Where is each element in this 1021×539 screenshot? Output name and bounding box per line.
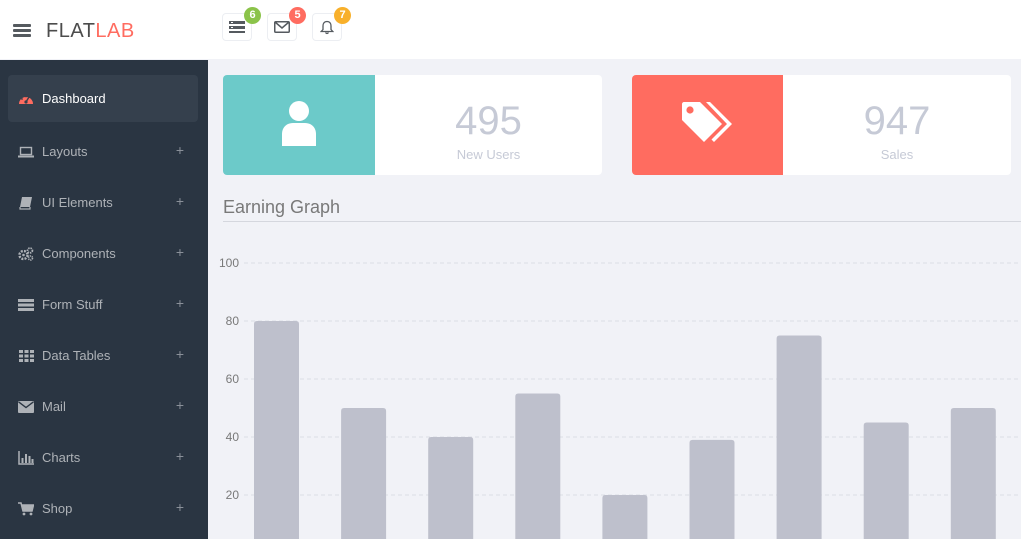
sidebar-item-ui-elements[interactable]: UI Elements + (8, 179, 198, 226)
chart-bar[interactable] (254, 321, 299, 539)
sidebar-item-label: Layouts (42, 144, 88, 159)
tasks-badge: 6 (244, 7, 261, 24)
sidebar-toggle-icon[interactable] (13, 24, 31, 37)
expand-icon[interactable]: + (176, 244, 184, 260)
sidebar-item-label: Components (42, 246, 116, 261)
chart-bar[interactable] (950, 408, 996, 539)
sidebar: Dashboard Layouts + UI Elements + Compon… (0, 60, 208, 539)
sales-label: Sales (880, 147, 914, 162)
inbox-notification-button[interactable]: 5 (267, 7, 306, 41)
y-tick-label: 60 (226, 372, 240, 386)
sidebar-item-label: Shop (42, 501, 73, 516)
stat-value-area: 947 Sales (783, 75, 1011, 175)
envelope-icon (18, 399, 34, 415)
book-icon (18, 195, 34, 211)
chart-bar[interactable] (515, 393, 561, 539)
sidebar-item-data-tables[interactable]: Data Tables + (8, 332, 198, 379)
expand-icon[interactable]: + (176, 142, 184, 158)
expand-icon[interactable]: + (176, 295, 184, 311)
sales-stat-card: 947 Sales (632, 75, 1011, 175)
sidebar-item-label: UI Elements (42, 195, 113, 210)
earning-bar-chart: 20 40 60 80 100 (219, 256, 1021, 539)
sidebar-item-label: Charts (42, 450, 81, 465)
chart-bar[interactable] (428, 437, 474, 539)
sidebar-item-label: Dashboard (42, 91, 106, 106)
chart-bar[interactable] (341, 408, 387, 539)
sidebar-item-charts[interactable]: Charts + (8, 434, 198, 481)
new-users-count: 495 (455, 99, 522, 143)
inbox-badge: 5 (289, 7, 306, 24)
sidebar-item-shop[interactable]: Shop + (8, 485, 198, 532)
y-tick-label: 40 (226, 430, 240, 444)
y-tick-label: 100 (219, 256, 239, 270)
sidebar-item-mail[interactable]: Mail + (8, 383, 198, 430)
sidebar-item-layouts[interactable]: Layouts + (8, 128, 198, 175)
expand-icon[interactable]: + (176, 499, 184, 515)
stat-symbol (632, 75, 783, 175)
chart-bar[interactable] (689, 439, 735, 539)
envelope-icon (274, 21, 290, 33)
expand-icon[interactable]: + (176, 448, 184, 464)
tags-icon (680, 100, 736, 151)
stat-symbol (223, 75, 375, 175)
sales-count: 947 (863, 99, 931, 143)
tasks-icon (229, 20, 245, 34)
bar-chart-icon (18, 450, 34, 466)
user-icon (279, 100, 319, 151)
alerts-notification-button[interactable]: 7 (312, 7, 351, 41)
expand-icon[interactable]: + (176, 397, 184, 413)
graph-title: Earning Graph (223, 197, 341, 217)
logo-text-lab: LAB (95, 20, 135, 42)
sidebar-item-label: Mail (42, 399, 66, 414)
sidebar-item-label: Form Stuff (42, 297, 103, 312)
sidebar-item-form-stuff[interactable]: Form Stuff + (8, 281, 198, 328)
table-icon (18, 348, 34, 364)
chart-bar[interactable] (863, 422, 909, 539)
new-users-stat-card: 495 New Users (223, 75, 602, 175)
tasks-notification-button[interactable]: 6 (222, 7, 261, 41)
top-header: FLATLAB 6 5 7 (0, 0, 1021, 60)
bell-icon (320, 20, 334, 35)
expand-icon[interactable]: + (176, 193, 184, 209)
logo-text-flat: FLAT (46, 20, 96, 42)
graph-divider (223, 221, 1021, 222)
cart-icon (18, 501, 34, 517)
alerts-badge: 7 (334, 7, 351, 24)
cogs-icon (18, 246, 34, 262)
sidebar-item-dashboard[interactable]: Dashboard (8, 75, 198, 122)
new-users-label: New Users (456, 147, 521, 162)
logo[interactable]: FLATLAB (46, 20, 135, 43)
dashboard-icon (18, 91, 34, 107)
stat-value-area: 495 New Users (375, 75, 602, 175)
sidebar-item-components[interactable]: Components + (8, 230, 198, 277)
chart-bar[interactable] (602, 495, 648, 539)
expand-icon[interactable]: + (176, 346, 184, 362)
chart-bar[interactable] (776, 335, 822, 539)
y-tick-label: 80 (226, 314, 240, 328)
laptop-icon (18, 144, 34, 160)
y-tick-label: 20 (226, 488, 240, 502)
sidebar-item-label: Data Tables (42, 348, 111, 363)
form-icon (18, 297, 34, 313)
